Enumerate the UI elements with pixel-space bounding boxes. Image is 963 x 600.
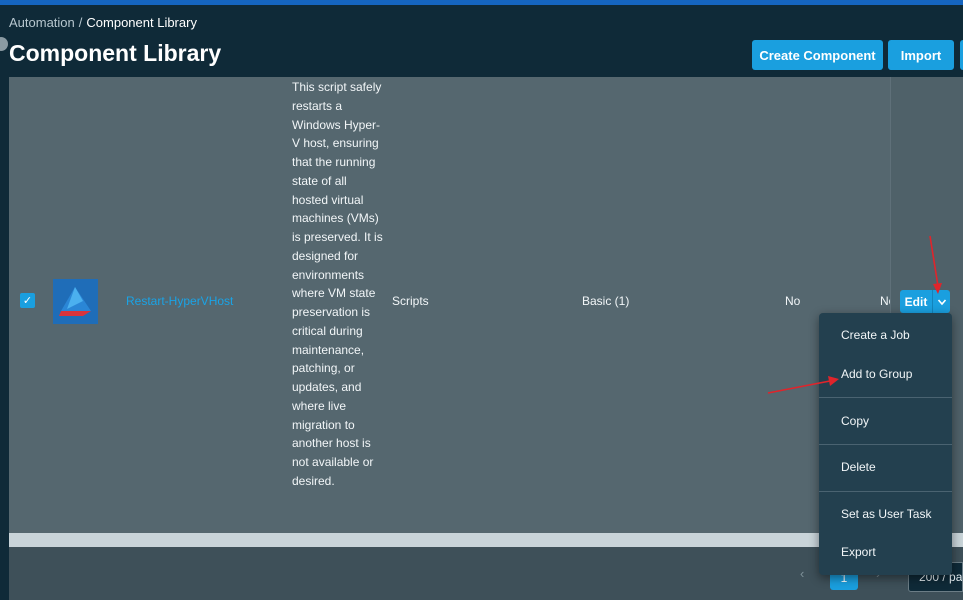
component-category: Basic (1) — [582, 294, 630, 308]
component-description: This script safely restarts a Windows Hy… — [292, 80, 383, 488]
component-type: Scripts — [392, 294, 429, 308]
menu-item-copy[interactable]: Copy — [819, 403, 952, 439]
menu-divider — [819, 444, 952, 445]
page-title: Component Library — [9, 40, 222, 66]
menu-divider — [819, 491, 952, 492]
import-button[interactable]: Import — [888, 40, 954, 70]
chevron-down-icon — [937, 298, 946, 305]
breadcrumb-parent[interactable]: Automation — [9, 15, 75, 30]
menu-item-set-as-user-task[interactable]: Set as User Task — [819, 496, 952, 532]
menu-item-add-to-group[interactable]: Add to Group — [819, 356, 952, 392]
menu-divider — [819, 397, 952, 398]
component-flag-2: No — [880, 294, 890, 308]
component-flag-1: No — [785, 294, 801, 308]
menu-item-create-job[interactable]: Create a Job — [819, 317, 952, 353]
sidebar-toggle-handle[interactable] — [0, 37, 8, 51]
menu-item-delete[interactable]: Delete — [819, 449, 952, 485]
breadcrumb: Automation / Component Library — [9, 15, 197, 30]
edit-dropdown-toggle[interactable] — [933, 290, 950, 313]
breadcrumb-separator: / — [78, 15, 83, 30]
menu-item-export[interactable]: Export — [819, 534, 952, 570]
edit-split-button: Edit — [900, 290, 950, 313]
component-logo — [53, 279, 98, 324]
create-component-button[interactable]: Create Component — [752, 40, 883, 70]
component-logo-icon — [53, 279, 98, 324]
check-icon: ✓ — [22, 295, 33, 307]
component-name-link[interactable]: Restart-HyperVHost — [126, 294, 233, 308]
pager-prev-button[interactable]: ‹ — [800, 566, 804, 581]
top-accent-bar — [0, 0, 963, 5]
edit-dropdown-menu: Create a Job Add to Group Copy Delete Se… — [819, 313, 952, 575]
breadcrumb-current: Component Library — [86, 15, 197, 30]
row-checkbox[interactable]: ✓ — [20, 293, 35, 308]
edit-button[interactable]: Edit — [900, 290, 933, 313]
